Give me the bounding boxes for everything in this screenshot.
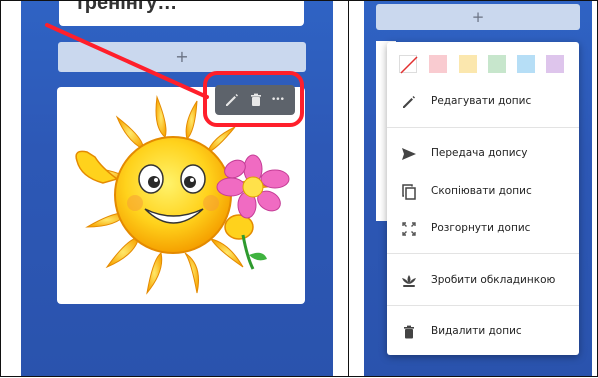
pencil-icon: [401, 94, 417, 110]
trash-icon: [401, 324, 417, 340]
menu-item-expand-post[interactable]: Розгорнути допис: [387, 214, 579, 244]
menu-item-transfer-post[interactable]: Передача допису: [387, 139, 579, 169]
menu-item-label: Розгорнути допис: [431, 222, 531, 234]
menu-item-copy-post[interactable]: Скопіювати допис: [387, 177, 579, 207]
left-screenshot: тренінгу… + •••: [0, 0, 349, 377]
color-swatch-green[interactable]: [488, 55, 506, 73]
color-swatch-blue[interactable]: [517, 55, 535, 73]
menu-divider: [387, 127, 579, 128]
expand-icon: [401, 221, 417, 237]
menu-item-edit-post[interactable]: Редагувати допис: [387, 87, 579, 117]
menu-item-label: Видалити допис: [431, 325, 522, 337]
add-post-button[interactable]: +: [376, 4, 580, 30]
right-screenshot: + Редагувати допис Передача допису Скопі…: [348, 0, 598, 377]
menu-divider: [387, 253, 579, 254]
send-icon: [401, 146, 417, 162]
post-context-menu: Редагувати допис Передача допису Скопіюв…: [387, 42, 579, 355]
menu-item-make-cover[interactable]: Зробити обкладинкою: [387, 266, 579, 296]
menu-item-label: Передача допису: [431, 147, 528, 159]
menu-item-label: Зробити обкладинкою: [431, 274, 556, 286]
menu-item-label: Скопіювати допис: [431, 185, 532, 197]
menu-item-delete-post[interactable]: Видалити допис: [387, 317, 579, 347]
menu-divider: [387, 305, 579, 306]
menu-item-label: Редагувати допис: [431, 95, 532, 107]
add-post-button[interactable]: +: [58, 42, 306, 72]
post-card-top[interactable]: тренінгу…: [59, 1, 304, 26]
color-swatch-none[interactable]: [399, 55, 418, 74]
color-swatch-yellow[interactable]: [459, 55, 477, 73]
toolbar-highlight-annotation: [203, 71, 304, 127]
copy-icon: [401, 184, 417, 200]
post-card-title: тренінгу…: [75, 0, 178, 14]
color-swatch-red[interactable]: [429, 55, 447, 73]
color-swatch-purple[interactable]: [546, 55, 564, 73]
lotus-icon: [401, 273, 417, 289]
